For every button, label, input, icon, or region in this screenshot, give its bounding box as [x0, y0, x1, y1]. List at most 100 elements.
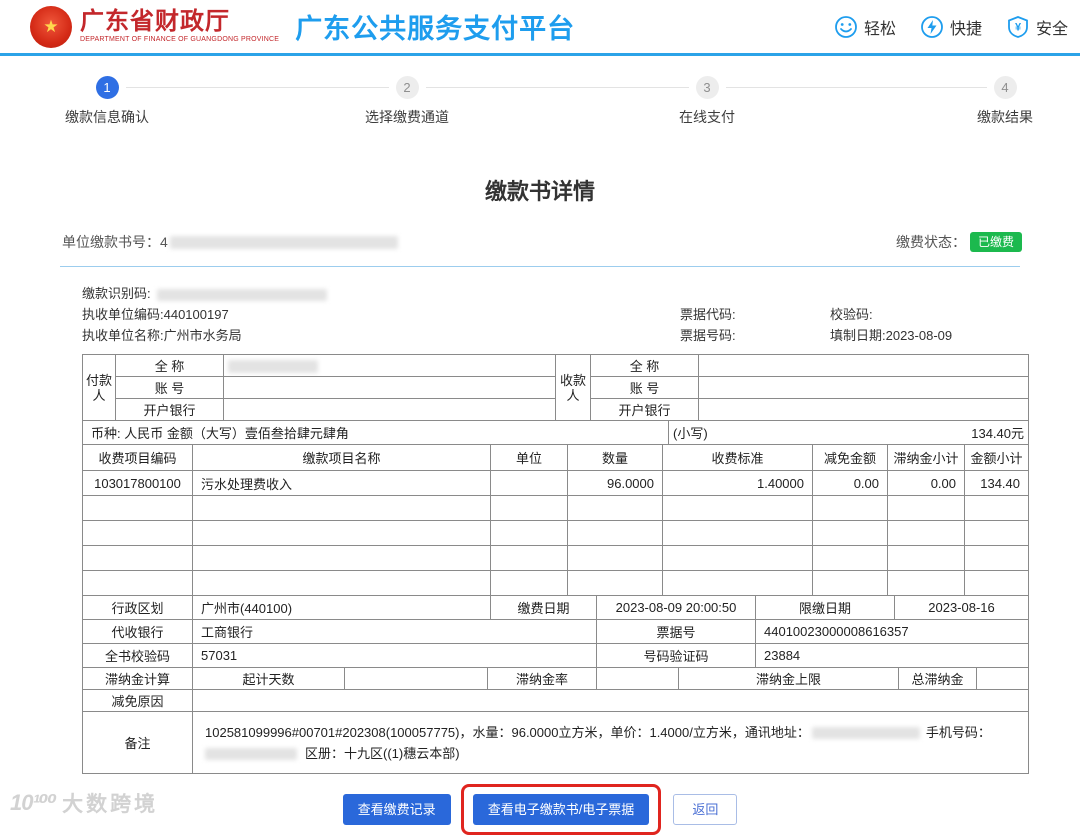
- doc-number-visible: 4: [160, 234, 168, 250]
- col-rate: 收费标准: [662, 444, 813, 471]
- item-quantity: 96.0000: [567, 470, 663, 496]
- step-2-circle: 2: [395, 76, 419, 99]
- bill-no-value: 44010023000008616357: [755, 619, 1029, 644]
- step-1-payment-info: 1 缴款信息确认: [65, 76, 149, 127]
- watermark-text: 大数跨境: [62, 793, 159, 816]
- status-badge: 已缴费: [969, 232, 1022, 252]
- fill-date: 填制日期:2023-08-09: [830, 328, 953, 343]
- col-quantity: 数量: [567, 444, 663, 471]
- payment-status-label: 缴费状态：: [895, 234, 966, 250]
- late-fee-table: 滞纳金计算 起计天数 滞纳金率 滞纳金上限 总滞纳金: [82, 667, 1029, 690]
- payee-fullname-label: 全 称: [590, 354, 699, 377]
- payer-bank-label: 开户银行: [115, 398, 224, 421]
- verify-code-value: 23884: [755, 643, 1029, 668]
- back-button[interactable]: 返回: [673, 794, 738, 825]
- org-name-en: DEPARTMENT OF FINANCE OF GUANGDONG PROVI…: [80, 36, 280, 43]
- step-3-online-pay: 3 在线支付: [679, 76, 735, 127]
- step-2-channel: 2 选择缴费通道: [365, 76, 449, 127]
- payer-vertical-label: 付款人: [82, 354, 116, 421]
- empty-item-row: [82, 545, 1029, 571]
- view-ebill-button[interactable]: 查看电子缴款书/电子票据: [472, 794, 650, 825]
- remark-row: 备注 102581099996#00701#202308(100057775)，…: [82, 711, 1029, 774]
- region-row: 行政区划 广州市(440100) 缴费日期 2023-08-09 20:00:5…: [82, 595, 1029, 620]
- waiver-table: 减免原因: [82, 689, 1029, 712]
- item-name: 污水处理费收入: [192, 470, 491, 496]
- remark-label: 备注: [82, 711, 193, 774]
- payee-bank-value: [698, 398, 1029, 421]
- payee-bank-label: 开户银行: [590, 398, 699, 421]
- org-name-cn: 广东省财政厅: [80, 9, 230, 35]
- feature-fast-label: 快捷: [949, 20, 982, 38]
- region-value: 广州市(440100): [192, 595, 491, 620]
- step-3-label: 在线支付: [679, 109, 735, 125]
- action-bar: 查看缴费记录 查看电子缴款书/电子票据 返回: [0, 784, 1080, 835]
- payee-vertical-label: 收款人: [555, 354, 591, 421]
- redacted-doc-number: [169, 235, 398, 249]
- agent-bank-value: 工商银行: [192, 619, 597, 644]
- amount-table: 币种: 人民币 金额（大写）壹佰叁拾肆元肆角 (小写) 134.40元: [82, 420, 1029, 445]
- bill-detail-table: 付款人 全 称 收款人 全 称 账 号 账 号 开户银行 开户银行 币种: 人民…: [82, 354, 1029, 774]
- logo-area: ★ 广东省财政厅 DEPARTMENT OF FINANCE OF GUANGD…: [30, 5, 576, 48]
- waiver-value: [192, 689, 1029, 712]
- check-code-row: 全书校验码 57031 号码验证码 23884: [82, 643, 1029, 668]
- agent-bank-row: 代收银行 工商银行 票据号 44010023000008616357: [82, 619, 1029, 644]
- col-item-name: 缴款项目名称: [192, 444, 491, 471]
- bill-meta-table: 行政区划 广州市(440100) 缴费日期 2023-08-09 20:00:5…: [82, 595, 1029, 668]
- item-late-fee: 0.00: [887, 470, 965, 496]
- feature-safe: ¥ 安全: [1006, 15, 1068, 39]
- fee-items-table: 收费项目编码 缴款项目名称 单位 数量 收费标准 减免金额 滞纳金小计 金额小计…: [82, 444, 1029, 596]
- doc-meta-row: 单位缴款书号： 4 缴费状态： 已缴费: [62, 232, 1022, 252]
- doc-number-group: 单位缴款书号： 4: [62, 232, 398, 252]
- step-connector-line: [122, 87, 988, 88]
- redacted-phone: [205, 748, 297, 761]
- deadline-value: 2023-08-16: [894, 595, 1029, 620]
- unit-name-line: 执收单位名称:广州市水务局 票据号码: 填制日期:2023-08-09: [82, 325, 1028, 346]
- late-days-value: [344, 667, 488, 690]
- pay-date-label: 缴费日期: [490, 595, 597, 620]
- empty-item-row: [82, 570, 1029, 596]
- item-unit: [490, 470, 568, 496]
- late-days-label: 起计天数: [192, 667, 345, 690]
- header-features: 轻松 快捷 ¥ 安全: [834, 15, 1068, 39]
- remark-table: 备注 102581099996#00701#202308(100057775)，…: [82, 711, 1029, 774]
- verify-code-label: 号码验证码: [596, 643, 756, 668]
- payment-status-group: 缴费状态： 已缴费: [896, 232, 1022, 252]
- payer-fullname-value: [223, 354, 556, 377]
- col-late-fee-subtotal: 滞纳金小计: [887, 444, 965, 471]
- fee-item-row: 103017800100 污水处理费收入 96.0000 1.40000 0.0…: [82, 470, 1029, 496]
- amount-figures: 134.40元: [971, 426, 1024, 441]
- col-amount-subtotal: 金额小计: [964, 444, 1029, 471]
- doc-info-block: 缴款识别码: 执收单位编码:440100197 票据代码: 校验码: 执收单位名…: [82, 283, 1028, 346]
- feature-easy: 轻松: [834, 15, 896, 39]
- redacted-payer-name: [228, 360, 318, 374]
- bill-number-label: 票据号码:: [680, 328, 736, 343]
- late-total-value: [976, 667, 1029, 690]
- redacted-address: [811, 727, 920, 740]
- payment-id-label: 缴款识别码:: [82, 286, 151, 301]
- step-3-circle: 3: [695, 76, 719, 99]
- item-rate: 1.40000: [662, 470, 813, 496]
- page-title: 缴款书详情: [484, 179, 595, 204]
- lightning-icon: [921, 15, 943, 38]
- view-payment-records-button[interactable]: 查看缴费记录: [342, 794, 451, 825]
- remark-value: 102581099996#00701#202308(100057775)，水量：…: [192, 711, 1029, 774]
- doc-check-value: 57031: [192, 643, 597, 668]
- app-header: ★ 广东省财政厅 DEPARTMENT OF FINANCE OF GUANGD…: [0, 0, 1080, 56]
- smiley-icon: [835, 15, 857, 38]
- step-4-result: 4 缴款结果: [977, 76, 1033, 127]
- currency-amount-words: 币种: 人民币 金额（大写）壹佰叁拾肆元肆角: [82, 420, 669, 445]
- payee-account-value: [698, 376, 1029, 399]
- platform-title: 广东公共服务支付平台: [295, 14, 576, 44]
- payer-payee-table: 付款人 全 称 收款人 全 称 账 号 账 号 开户银行 开户银行: [82, 354, 1029, 421]
- late-cap-label: 滞纳金上限: [678, 667, 899, 690]
- remark-text-1: 102581099996#00701#202308(100057775)，水量：…: [205, 724, 810, 740]
- payer-bank-value: [223, 398, 556, 421]
- highlight-annotation-box: 查看电子缴款书/电子票据: [460, 784, 662, 835]
- shield-yuan-icon: ¥: [1008, 15, 1028, 38]
- late-rate-value: [596, 667, 679, 690]
- remark-text-3: 区册：十九区((1)穗云本部): [305, 745, 460, 761]
- late-fee-row: 滞纳金计算 起计天数 滞纳金率 滞纳金上限 总滞纳金: [82, 667, 1029, 690]
- unit-name: 执收单位名称:广州市水务局: [82, 328, 242, 343]
- svg-text:¥: ¥: [1015, 21, 1022, 33]
- watermark: 10¹⁰⁰ 大数跨境: [10, 788, 158, 818]
